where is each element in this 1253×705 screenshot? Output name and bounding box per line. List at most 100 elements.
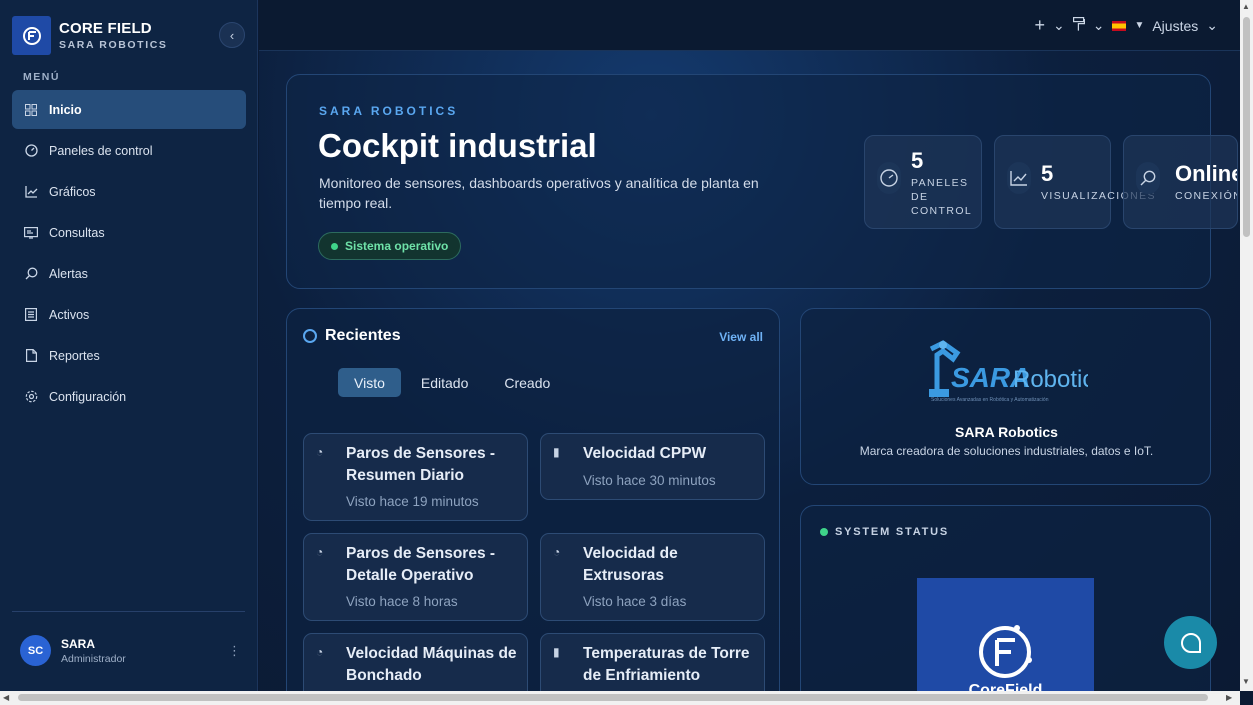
recent-card-meta: Visto hace 19 minutos: [346, 494, 479, 509]
vertical-scrollbar[interactable]: ▲ ▼: [1240, 0, 1253, 691]
sidebar-item-inicio[interactable]: Inicio: [12, 90, 246, 129]
search-icon: [1136, 162, 1160, 194]
grid-icon: [24, 103, 38, 117]
recent-card-meta: Visto hace 8 horas: [346, 594, 458, 609]
stat-value: Online: [1175, 161, 1238, 186]
brand[interactable]: CORE FIELD SARA ROBOTICS: [12, 16, 168, 55]
view-all-link[interactable]: View all: [719, 330, 763, 344]
corefield-logo-text: CoreField: [968, 682, 1043, 691]
scroll-right-icon[interactable]: ▶: [1226, 693, 1232, 702]
recent-card-title: Temperaturas de Torre de Enfriamiento: [583, 645, 750, 684]
bar-chart-icon: ▮: [553, 645, 560, 659]
gauge-icon: [24, 144, 38, 158]
chevron-down-icon[interactable]: ⌄: [1206, 17, 1218, 34]
sidebar: CORE FIELD SARA ROBOTICS ‹ MENÚ Inicio P…: [0, 0, 258, 705]
gear-icon: [24, 390, 38, 404]
recent-card-title: Velocidad CPPW: [583, 445, 707, 462]
avatar: SC: [20, 635, 51, 666]
tab-creado[interactable]: Creado: [488, 368, 566, 397]
hero-kicker: SARA ROBOTICS: [319, 104, 459, 118]
chart-line-icon: [24, 185, 38, 199]
sidebar-item-label: Reportes: [49, 348, 100, 363]
topbar: + ⌄ ⌄ ▼ Ajustes ⌄: [259, 0, 1240, 51]
recent-card-title: Paros de Sensores - Resumen Diario: [346, 445, 496, 484]
sidebar-item-paneles[interactable]: Paneles de control: [12, 131, 246, 170]
stat-card-visualizaciones[interactable]: 5 VISUALIZACIONES: [994, 135, 1155, 229]
list-icon: [24, 308, 38, 322]
gauge-icon: [877, 162, 901, 194]
clock-icon: [303, 329, 317, 343]
recent-card-meta: Visto hace 3 días: [583, 594, 687, 609]
sidebar-item-alertas[interactable]: Alertas: [12, 254, 246, 293]
recent-card-title: Paros de Sensores - Detalle Operativo: [346, 545, 496, 584]
gauge-icon: ◔: [316, 545, 324, 559]
sidebar-item-label: Inicio: [49, 102, 82, 117]
sidebar-item-label: Activos: [49, 307, 90, 322]
recent-card-title: Velocidad Máquinas de Bonchado: [346, 645, 517, 684]
sidebar-item-graficos[interactable]: Gráficos: [12, 172, 246, 211]
horizontal-scroll-thumb[interactable]: [18, 694, 1208, 701]
more-vertical-icon[interactable]: ⋮: [228, 643, 241, 659]
recent-card[interactable]: ▮ Temperaturas de Torre de Enfriamiento: [540, 633, 765, 691]
recents-tabs: Visto Editado Creado: [338, 368, 566, 397]
stat-card-conexion[interactable]: Online CONEXIÓN: [1123, 135, 1238, 229]
chart-line-icon: [1007, 162, 1031, 194]
terminal-icon: [24, 226, 38, 240]
recents-panel: Recientes View all Visto Editado Creado …: [286, 308, 780, 691]
sidebar-item-label: Alertas: [49, 266, 88, 281]
main-content: SARA ROBOTICS Cockpit industrial Monitor…: [259, 51, 1240, 691]
sidebar-item-consultas[interactable]: Consultas: [12, 213, 246, 252]
spain-flag-icon[interactable]: [1112, 20, 1127, 31]
recent-card[interactable]: ▮ Velocidad CPPW Visto hace 30 minutos: [540, 433, 765, 500]
scroll-left-icon[interactable]: ◀: [3, 693, 9, 702]
collapse-sidebar-button[interactable]: ‹: [219, 22, 245, 48]
recent-card[interactable]: ◔ Paros de Sensores - Detalle Operativo …: [303, 533, 528, 621]
recent-card[interactable]: ◔ Paros de Sensores - Resumen Diario Vis…: [303, 433, 528, 521]
brand-card: SARA Robotics Soluciones Avanzadas en Ro…: [800, 308, 1211, 485]
hero-description: Monitoreo de sensores, dashboards operat…: [319, 175, 759, 211]
horizontal-scrollbar[interactable]: ◀ ▶: [0, 691, 1240, 705]
sidebar-item-label: Gráficos: [49, 184, 96, 199]
recent-card-meta: Visto hace 30 minutos: [583, 473, 716, 488]
scroll-down-icon[interactable]: ▼: [1242, 677, 1250, 686]
stat-label: PANELES DE CONTROL: [911, 177, 973, 217]
corefield-logo-icon: [12, 16, 51, 55]
sidebar-divider: [12, 611, 245, 612]
caret-down-icon[interactable]: ▼: [1134, 20, 1144, 31]
chevron-down-icon[interactable]: ⌄: [1053, 17, 1065, 34]
chevron-down-icon[interactable]: ⌄: [1093, 17, 1105, 34]
sidebar-item-reportes[interactable]: Reportes: [12, 336, 246, 375]
recent-card-title: Velocidad de Extrusoras: [583, 545, 678, 584]
paint-roller-icon[interactable]: [1072, 17, 1085, 34]
chevron-left-icon: ‹: [229, 27, 235, 43]
stat-value: 5: [1041, 161, 1054, 186]
corefield-logo: CoreField: [917, 578, 1094, 691]
stat-card-paneles[interactable]: 5 PANELES DE CONTROL: [864, 135, 982, 229]
recent-card[interactable]: ◔ Velocidad de Extrusoras Visto hace 3 d…: [540, 533, 765, 621]
tab-visto[interactable]: Visto: [338, 368, 401, 397]
user-role: Administrador: [61, 652, 126, 665]
brand-card-description: Marca creadora de soluciones industriale…: [859, 444, 1154, 458]
settings-label[interactable]: Ajustes: [1152, 18, 1198, 34]
brand-card-name: SARA Robotics: [955, 424, 1058, 440]
sidebar-item-activos[interactable]: Activos: [12, 295, 246, 334]
recents-title: Recientes: [325, 327, 401, 344]
sidebar-nav: Inicio Paneles de control Gráficos Consu…: [12, 90, 246, 418]
scroll-up-icon[interactable]: ▲: [1242, 2, 1250, 11]
sidebar-item-configuracion[interactable]: Configuración: [12, 377, 246, 416]
tab-editado[interactable]: Editado: [405, 368, 484, 397]
user-profile[interactable]: SC SARA Administrador: [20, 635, 126, 666]
plus-icon[interactable]: +: [1034, 15, 1045, 36]
user-name: SARA: [61, 636, 96, 651]
hero-panel: SARA ROBOTICS Cockpit industrial Monitor…: [286, 74, 1238, 289]
stat-label: CONEXIÓN: [1175, 190, 1238, 202]
page-title: Cockpit industrial: [318, 127, 597, 164]
search-alert-icon: [24, 267, 38, 281]
svg-text:Robotics: Robotics: [1013, 366, 1088, 393]
recent-card[interactable]: ◔ Velocidad Máquinas de Bonchado: [303, 633, 528, 691]
chat-button[interactable]: [1164, 616, 1217, 669]
system-status-card: SYSTEM STATUS CoreField: [800, 505, 1211, 691]
gauge-icon: ◔: [553, 545, 561, 559]
brand-subtitle: SARA ROBOTICS: [59, 39, 168, 51]
vertical-scroll-thumb[interactable]: [1243, 17, 1250, 237]
